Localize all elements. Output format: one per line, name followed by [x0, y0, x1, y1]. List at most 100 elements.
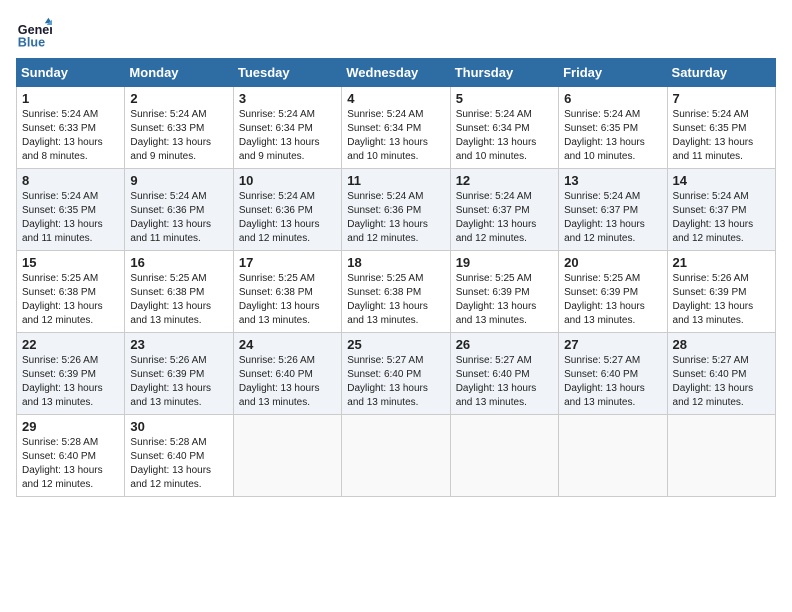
day-info: Sunrise: 5:26 AMSunset: 6:39 PMDaylight:… [22, 354, 119, 410]
day-number: 21 [673, 255, 770, 270]
calendar-cell [559, 415, 667, 497]
calendar: SundayMondayTuesdayWednesdayThursdayFrid… [16, 58, 776, 497]
day-info: Sunrise: 5:24 AMSunset: 6:34 PMDaylight:… [456, 108, 553, 164]
day-info: Sunrise: 5:24 AMSunset: 6:33 PMDaylight:… [22, 108, 119, 164]
calendar-cell: 7 Sunrise: 5:24 AMSunset: 6:35 PMDaylight… [667, 87, 775, 169]
day-number: 24 [239, 337, 336, 352]
day-info: Sunrise: 5:24 AMSunset: 6:35 PMDaylight:… [673, 108, 770, 164]
day-number: 7 [673, 91, 770, 106]
calendar-cell: 8 Sunrise: 5:24 AMSunset: 6:35 PMDaylight… [17, 169, 125, 251]
calendar-cell: 1 Sunrise: 5:24 AMSunset: 6:33 PMDaylight… [17, 87, 125, 169]
day-info: Sunrise: 5:25 AMSunset: 6:39 PMDaylight:… [564, 272, 661, 328]
day-number: 11 [347, 173, 444, 188]
day-number: 6 [564, 91, 661, 106]
calendar-cell [233, 415, 341, 497]
calendar-cell: 14 Sunrise: 5:24 AMSunset: 6:37 PMDayligh… [667, 169, 775, 251]
day-number: 23 [130, 337, 227, 352]
calendar-cell [667, 415, 775, 497]
calendar-cell: 22 Sunrise: 5:26 AMSunset: 6:39 PMDayligh… [17, 333, 125, 415]
day-info: Sunrise: 5:27 AMSunset: 6:40 PMDaylight:… [673, 354, 770, 410]
day-info: Sunrise: 5:26 AMSunset: 6:39 PMDaylight:… [673, 272, 770, 328]
day-number: 10 [239, 173, 336, 188]
svg-text:Blue: Blue [18, 36, 45, 50]
header-thursday: Thursday [450, 59, 558, 87]
header-tuesday: Tuesday [233, 59, 341, 87]
header-friday: Friday [559, 59, 667, 87]
day-number: 4 [347, 91, 444, 106]
day-number: 13 [564, 173, 661, 188]
calendar-cell: 28 Sunrise: 5:27 AMSunset: 6:40 PMDayligh… [667, 333, 775, 415]
header-monday: Monday [125, 59, 233, 87]
calendar-cell: 15Sunrise: 5:25 AMSunset: 6:38 PMDayligh… [17, 251, 125, 333]
day-number: 12 [456, 173, 553, 188]
day-number: 2 [130, 91, 227, 106]
day-info: Sunrise: 5:25 AMSunset: 6:38 PMDaylight:… [239, 272, 336, 328]
calendar-cell: 23 Sunrise: 5:26 AMSunset: 6:39 PMDayligh… [125, 333, 233, 415]
day-info: Sunrise: 5:24 AMSunset: 6:36 PMDaylight:… [239, 190, 336, 246]
day-number: 14 [673, 173, 770, 188]
day-number: 8 [22, 173, 119, 188]
calendar-cell: 29Sunrise: 5:28 AMSunset: 6:40 PMDayligh… [17, 415, 125, 497]
calendar-cell: 9 Sunrise: 5:24 AMSunset: 6:36 PMDaylight… [125, 169, 233, 251]
day-info: Sunrise: 5:24 AMSunset: 6:35 PMDaylight:… [564, 108, 661, 164]
header-wednesday: Wednesday [342, 59, 450, 87]
day-number: 26 [456, 337, 553, 352]
calendar-cell: 12 Sunrise: 5:24 AMSunset: 6:37 PMDayligh… [450, 169, 558, 251]
calendar-cell: 24 Sunrise: 5:26 AMSunset: 6:40 PMDayligh… [233, 333, 341, 415]
day-info: Sunrise: 5:26 AMSunset: 6:40 PMDaylight:… [239, 354, 336, 410]
day-info: Sunrise: 5:24 AMSunset: 6:35 PMDaylight:… [22, 190, 119, 246]
day-number: 18 [347, 255, 444, 270]
day-number: 1 [22, 91, 119, 106]
day-number: 16 [130, 255, 227, 270]
calendar-cell [450, 415, 558, 497]
day-info: Sunrise: 5:25 AMSunset: 6:38 PMDaylight:… [130, 272, 227, 328]
day-number: 30 [130, 419, 227, 434]
header-saturday: Saturday [667, 59, 775, 87]
calendar-cell: 27Sunrise: 5:27 AMSunset: 6:40 PMDayligh… [559, 333, 667, 415]
day-number: 15 [22, 255, 119, 270]
header: General Blue [16, 16, 776, 52]
calendar-cell: 21 Sunrise: 5:26 AMSunset: 6:39 PMDayligh… [667, 251, 775, 333]
calendar-cell: 30 Sunrise: 5:28 AMSunset: 6:40 PMDayligh… [125, 415, 233, 497]
day-number: 28 [673, 337, 770, 352]
calendar-cell: 3 Sunrise: 5:24 AMSunset: 6:34 PMDaylight… [233, 87, 341, 169]
day-number: 22 [22, 337, 119, 352]
day-info: Sunrise: 5:24 AMSunset: 6:34 PMDaylight:… [239, 108, 336, 164]
day-number: 9 [130, 173, 227, 188]
calendar-cell: 4 Sunrise: 5:24 AMSunset: 6:34 PMDaylight… [342, 87, 450, 169]
day-number: 3 [239, 91, 336, 106]
calendar-cell: 6 Sunrise: 5:24 AMSunset: 6:35 PMDaylight… [559, 87, 667, 169]
day-info: Sunrise: 5:24 AMSunset: 6:37 PMDaylight:… [564, 190, 661, 246]
day-info: Sunrise: 5:24 AMSunset: 6:37 PMDaylight:… [456, 190, 553, 246]
day-info: Sunrise: 5:24 AMSunset: 6:33 PMDaylight:… [130, 108, 227, 164]
day-info: Sunrise: 5:25 AMSunset: 6:38 PMDaylight:… [347, 272, 444, 328]
day-number: 27 [564, 337, 661, 352]
day-info: Sunrise: 5:25 AMSunset: 6:39 PMDaylight:… [456, 272, 553, 328]
day-info: Sunrise: 5:24 AMSunset: 6:37 PMDaylight:… [673, 190, 770, 246]
day-number: 5 [456, 91, 553, 106]
calendar-cell: 2 Sunrise: 5:24 AMSunset: 6:33 PMDaylight… [125, 87, 233, 169]
day-info: Sunrise: 5:24 AMSunset: 6:36 PMDaylight:… [130, 190, 227, 246]
day-number: 29 [22, 419, 119, 434]
calendar-cell [342, 415, 450, 497]
calendar-cell: 26 Sunrise: 5:27 AMSunset: 6:40 PMDayligh… [450, 333, 558, 415]
calendar-week-1: 1 Sunrise: 5:24 AMSunset: 6:33 PMDaylight… [17, 87, 776, 169]
day-number: 19 [456, 255, 553, 270]
day-number: 25 [347, 337, 444, 352]
calendar-week-2: 8 Sunrise: 5:24 AMSunset: 6:35 PMDaylight… [17, 169, 776, 251]
calendar-cell: 16 Sunrise: 5:25 AMSunset: 6:38 PMDayligh… [125, 251, 233, 333]
calendar-week-4: 22 Sunrise: 5:26 AMSunset: 6:39 PMDayligh… [17, 333, 776, 415]
calendar-header-row: SundayMondayTuesdayWednesdayThursdayFrid… [17, 59, 776, 87]
day-info: Sunrise: 5:26 AMSunset: 6:39 PMDaylight:… [130, 354, 227, 410]
calendar-cell: 13 Sunrise: 5:24 AMSunset: 6:37 PMDayligh… [559, 169, 667, 251]
calendar-cell: 11Sunrise: 5:24 AMSunset: 6:36 PMDayligh… [342, 169, 450, 251]
calendar-week-3: 15 Sunrise: 5:25 AMSunset: 6:38 PMDayligh… [17, 251, 776, 333]
calendar-cell: 25Sunrise: 5:27 AMSunset: 6:40 PMDayligh… [342, 333, 450, 415]
logo-icon: General Blue [16, 16, 52, 52]
day-info: Sunrise: 5:27 AMSunset: 6:40 PMDaylight:… [456, 354, 553, 410]
logo: General Blue [16, 16, 56, 52]
calendar-cell: 18 Sunrise: 5:25 AMSunset: 6:38 PMDayligh… [342, 251, 450, 333]
day-info: Sunrise: 5:24 AMSunset: 6:34 PMDaylight:… [347, 108, 444, 164]
day-info: Sunrise: 5:28 AMSunset: 6:40 PMDaylight:… [130, 436, 227, 492]
calendar-week-5: 29 Sunrise: 5:28 AMSunset: 6:40 PMDayligh… [17, 415, 776, 497]
